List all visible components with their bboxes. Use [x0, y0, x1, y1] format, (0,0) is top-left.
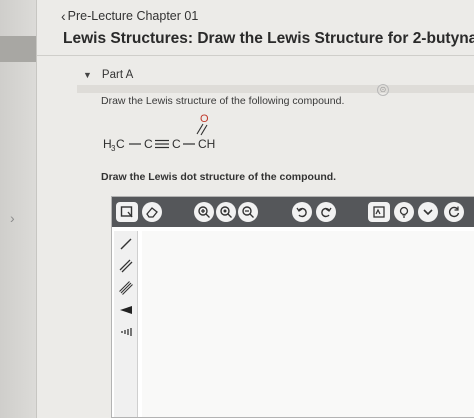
wedge-bond-tool[interactable] — [117, 301, 135, 319]
back-link[interactable]: ‹ Pre-Lecture Chapter 01 — [61, 9, 198, 23]
reset-button[interactable] — [444, 202, 464, 222]
chevron-left-icon: ‹ — [61, 8, 66, 24]
double-bond-tool[interactable] — [117, 257, 135, 275]
select-tool-button[interactable] — [116, 202, 138, 222]
triple-bond-tool[interactable] — [117, 279, 135, 297]
zoom-reset-icon — [220, 206, 232, 218]
hint-button[interactable] — [394, 202, 414, 222]
redo-icon — [321, 207, 332, 218]
wedge-bond-icon — [120, 306, 132, 314]
redo-button[interactable] — [316, 202, 336, 222]
zoom-out-icon — [242, 206, 254, 218]
select-icon — [120, 206, 133, 218]
caret-down-icon: ▼ — [83, 70, 92, 80]
zoom-reset-button[interactable] — [216, 202, 236, 222]
reset-icon — [448, 206, 460, 218]
question-prompt: Draw the Lewis structure of the followin… — [101, 95, 345, 107]
left-c-text: C — [116, 137, 125, 151]
compound-diagram: H 3 C C C CH O — [103, 113, 215, 153]
page-title: Lewis Structures: Draw the Lewis Structu… — [63, 30, 474, 47]
more-options-button[interactable] — [418, 202, 438, 222]
dash-bond-tool[interactable] — [117, 323, 135, 341]
part-a-header[interactable]: ▼ Part A — [83, 64, 133, 86]
divider — [37, 55, 474, 56]
dash-bond-icon — [121, 328, 132, 336]
lightbulb-icon — [399, 206, 409, 218]
bond-toolbar — [114, 231, 138, 417]
zoom-in-icon — [198, 206, 210, 218]
templates-icon — [373, 206, 385, 218]
undo-icon — [296, 207, 307, 218]
back-link-label: Pre-Lecture Chapter 01 — [67, 9, 199, 23]
chevron-down-icon — [423, 209, 433, 216]
ch-text: CH — [198, 137, 215, 151]
drawing-canvas[interactable] — [142, 231, 474, 417]
c2-text: C — [144, 137, 153, 151]
single-bond-tool[interactable] — [117, 235, 135, 253]
undo-button[interactable] — [292, 202, 312, 222]
oxygen-text: O — [200, 113, 209, 125]
part-label: Part A — [101, 69, 134, 81]
compound-structure: H 3 C C C CH O — [97, 108, 297, 158]
editor-toolbar — [112, 197, 474, 227]
info-icon[interactable]: ⊙ — [377, 84, 389, 96]
eraser-button[interactable] — [142, 202, 162, 222]
left-gutter: › — [0, 0, 36, 418]
zoom-out-button[interactable] — [238, 202, 258, 222]
double-bond-icon — [119, 259, 133, 273]
triple-bond-icon — [119, 281, 133, 295]
part-band — [77, 85, 474, 93]
eraser-icon — [146, 207, 158, 218]
drawing-editor — [111, 196, 474, 418]
templates-button[interactable] — [368, 202, 390, 222]
gutter-band — [0, 36, 36, 62]
single-bond-icon — [120, 238, 132, 250]
instruction-text: Draw the Lewis dot structure of the comp… — [101, 171, 337, 183]
assignment-page: ‹ Pre-Lecture Chapter 01 Lewis Structure… — [36, 0, 474, 418]
c3-text: C — [172, 137, 181, 151]
zoom-in-button[interactable] — [194, 202, 214, 222]
chevron-right-icon[interactable]: › — [10, 210, 15, 226]
